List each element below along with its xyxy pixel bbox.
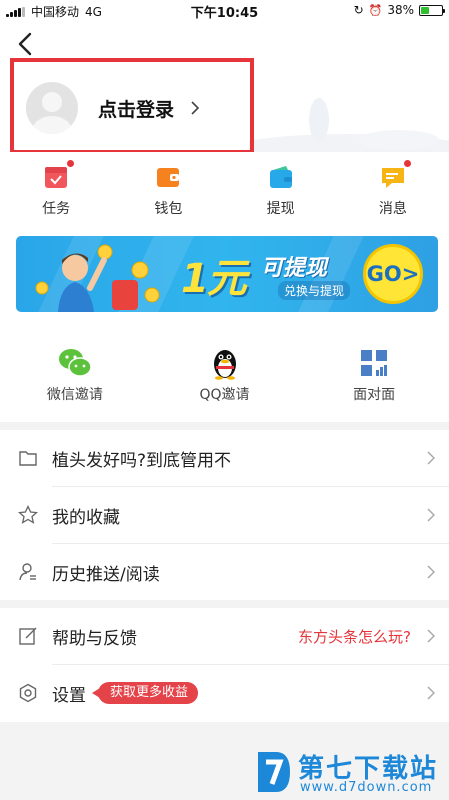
- message-bubble-icon: [380, 160, 411, 190]
- invite-options: 微信邀请 QQ邀请 面对面: [0, 318, 449, 422]
- quick-item-label: 任务: [42, 201, 71, 217]
- chevron-right-icon: [427, 629, 435, 643]
- withdraw-wallet-icon: [268, 164, 294, 190]
- go-button[interactable]: GO>: [363, 244, 423, 304]
- promo-banner-area: 1元 可提现 兑换与提现 GO>: [0, 232, 449, 318]
- menu-item-favorites[interactable]: 我的收藏: [0, 487, 449, 544]
- invite-label: QQ邀请: [199, 387, 250, 403]
- battery-percent: 38%: [387, 3, 414, 17]
- menu-item-label: 设置: [52, 686, 86, 706]
- login-entry[interactable]: 点击登录: [10, 58, 254, 152]
- notification-dot: [67, 160, 75, 167]
- menu-item-label: 我的收藏: [52, 508, 120, 528]
- watermark-url: www.d7down.com: [300, 780, 433, 795]
- alarm-icon: ⏰: [368, 3, 383, 17]
- invite-label: 微信邀请: [46, 387, 103, 403]
- wallet-icon: [155, 164, 181, 190]
- invite-label: 面对面: [353, 387, 396, 403]
- wechat-icon: [58, 349, 92, 377]
- task-calendar-icon: [43, 160, 75, 190]
- quick-item-messages[interactable]: 消息: [337, 152, 449, 232]
- qq-penguin-icon: [213, 350, 236, 380]
- banner-title: 可提现: [261, 256, 328, 281]
- back-arrow-icon[interactable]: [14, 30, 38, 58]
- site-watermark: 第七下载站 www.d7down.com: [250, 746, 449, 800]
- menu-item-label: 历史推送/阅读: [52, 565, 160, 585]
- invite-qq[interactable]: QQ邀请: [150, 318, 300, 422]
- menu-item-article[interactable]: 植头发好吗?到底管用不: [0, 430, 449, 487]
- person-history-icon: [19, 563, 36, 581]
- chevron-right-icon: [427, 508, 435, 522]
- quick-item-label: 消息: [378, 201, 407, 217]
- menu-item-help[interactable]: 帮助与反馈 东方头条怎么玩?: [0, 608, 449, 665]
- menu-group-settings: 帮助与反馈 东方头条怎么玩? 设置 获取更多收益: [0, 608, 449, 722]
- invite-face-to-face[interactable]: 面对面: [299, 318, 449, 422]
- menu-item-settings[interactable]: 设置 获取更多收益: [0, 665, 449, 722]
- menu-item-label: 帮助与反馈: [52, 629, 137, 649]
- qr-code-icon: [361, 350, 388, 376]
- edit-note-icon: [19, 627, 37, 645]
- folder-icon: [19, 451, 37, 466]
- chevron-right-icon: [191, 101, 200, 115]
- cartoon-man-with-coins-graphic: [35, 244, 160, 312]
- orientation-lock-icon: ↻: [353, 3, 364, 17]
- invite-wechat[interactable]: 微信邀请: [0, 318, 150, 422]
- how-to-play-link[interactable]: 东方头条怎么玩?: [298, 626, 411, 647]
- profile-header: 点击登录: [0, 20, 449, 152]
- star-icon: [18, 505, 38, 524]
- login-label[interactable]: 点击登录: [98, 95, 174, 122]
- banner-subtitle: 兑换与提现: [278, 281, 351, 300]
- banner-amount: 1元: [181, 256, 247, 302]
- chevron-right-icon: [427, 686, 435, 700]
- menu-group-content: 植头发好吗?到底管用不 我的收藏 历史推送/阅读: [0, 430, 449, 600]
- d7-logo-icon: [258, 752, 290, 792]
- quick-item-tasks[interactable]: 任务: [0, 152, 112, 232]
- chevron-right-icon: [427, 565, 435, 579]
- chevron-right-icon: [427, 451, 435, 465]
- quick-actions: 任务 钱包 提现 消息: [0, 152, 449, 232]
- quick-item-label: 提现: [266, 201, 295, 217]
- notification-dot: [403, 160, 411, 167]
- avatar[interactable]: [26, 82, 78, 134]
- menu-item-label: 植头发好吗?到底管用不: [52, 451, 232, 471]
- earn-more-badge: 获取更多收益: [91, 682, 199, 704]
- quick-item-wallet[interactable]: 钱包: [112, 152, 224, 232]
- promo-banner[interactable]: 1元 可提现 兑换与提现 GO>: [16, 236, 438, 312]
- status-bar: 中国移动 4G 下午10:45 ↻ ⏰ 38%: [0, 0, 449, 21]
- menu-item-history[interactable]: 历史推送/阅读: [0, 544, 449, 601]
- settings-hex-icon: [19, 683, 37, 703]
- quick-item-withdraw[interactable]: 提现: [225, 152, 337, 232]
- background-landscape-graphic: [249, 98, 449, 152]
- battery-icon: [419, 4, 445, 16]
- quick-item-label: 钱包: [154, 201, 183, 217]
